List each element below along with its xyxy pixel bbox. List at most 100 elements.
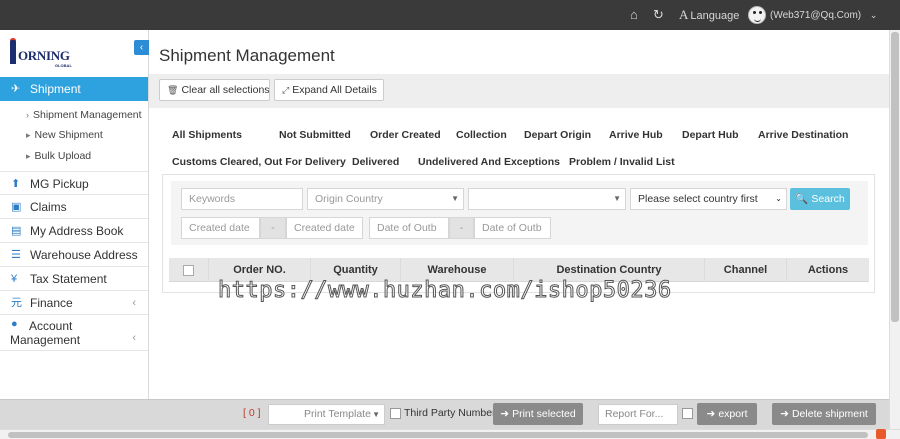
logo-mark (10, 40, 16, 64)
browser-extension-icon[interactable] (876, 429, 886, 439)
trash-icon: 🗑 (167, 85, 179, 95)
tab-depart-hub[interactable]: Depart Hub (682, 129, 739, 141)
selected-count: [ 0 ] (243, 407, 261, 419)
third-party-checkbox[interactable] (390, 408, 401, 419)
watermark: https://www.huzhan.com/ishop50236 (218, 278, 672, 304)
print-selected-button[interactable]: ➜ Print selected (493, 403, 583, 425)
origin-city-select[interactable]: ▼ (468, 188, 626, 210)
sidebar-item-claims[interactable]: ▣ Claims (0, 195, 148, 219)
top-bar: ⌂ ↻ A Language (Web371@Qq.Com) ⌄ (0, 0, 900, 30)
date-range-separator: - (449, 217, 474, 239)
horizontal-scrollbar[interactable] (0, 429, 900, 439)
sidebar-item-tax-statement[interactable]: ¥ Tax Statement (0, 267, 148, 291)
sidebar-item-shipment[interactable]: ✈ Shipment (0, 77, 148, 101)
action-bar: 🗑 Clear all selections ⤢ Expand All Detail… (149, 74, 889, 108)
clear-selections-button[interactable]: 🗑 Clear all selections (159, 79, 270, 101)
select-all-cell (169, 258, 209, 282)
user-email: (Web371@Qq.Com) (770, 10, 862, 21)
caret-down-icon: ⌄ (775, 194, 782, 203)
address-card-icon: ▤ (11, 225, 22, 237)
tab-customs-cleared[interactable]: Customs Cleared, Out For Delivery (172, 156, 346, 168)
origin-country-select[interactable]: Origin Country ▼ (307, 188, 464, 210)
tab-undelivered-exceptions[interactable]: Undelivered And Exceptions (418, 156, 560, 168)
search-button[interactable]: 🔍 Search (790, 188, 850, 210)
sidebar-item-finance[interactable]: 元 Finance ‹ (0, 291, 148, 315)
logo: ORNING GLOBAL (8, 38, 78, 68)
scrollbar-thumb[interactable] (891, 32, 899, 322)
vertical-scrollbar[interactable] (889, 30, 900, 429)
sidebar: ORNING GLOBAL ‹ ✈ Shipment › Shipment Man… (0, 30, 149, 399)
refresh-icon[interactable]: ↻ (653, 0, 664, 30)
col-channel[interactable]: Channel (705, 258, 787, 282)
main-content: Shipment Management 🗑 Clear all selection… (149, 30, 889, 399)
tab-arrive-destination[interactable]: Arrive Destination (758, 129, 848, 141)
tab-arrive-hub[interactable]: Arrive Hub (609, 129, 663, 141)
tab-depart-origin[interactable]: Depart Origin (524, 129, 591, 141)
tab-order-created[interactable]: Order Created (370, 129, 441, 141)
tab-not-submitted[interactable]: Not Submitted (279, 129, 351, 141)
yuan-icon: 元 (11, 297, 22, 309)
chevron-left-icon: ‹ (139, 42, 144, 53)
sidebar-collapse-button[interactable]: ‹ (134, 40, 149, 55)
plane-icon: ✈ (11, 83, 21, 95)
user-menu[interactable]: (Web371@Qq.Com) ⌄ (770, 0, 877, 30)
sign-in-icon: ➜ (706, 408, 716, 420)
caret-right-icon: ▸ (26, 151, 31, 161)
caret-down-icon: ▼ (372, 410, 380, 419)
chevron-left-icon: ‹ (132, 332, 136, 344)
select-all-checkbox[interactable] (183, 264, 194, 276)
chevron-down-icon: ⌄ (869, 10, 878, 20)
report-format-select[interactable]: Report For... (598, 404, 678, 425)
sign-in-icon: ➜ (780, 408, 789, 420)
created-date-end-input[interactable]: Created date (286, 217, 363, 239)
outbound-date-start-input[interactable]: Date of Outb (369, 217, 449, 239)
language-label: Language (690, 10, 740, 22)
expand-details-button[interactable]: ⤢ Expand All Details (274, 79, 384, 101)
sidebar-item-warehouse-address[interactable]: ☰ Warehouse Address (0, 243, 148, 267)
third-party-label: Third Party Number (404, 407, 496, 419)
date-range-separator: - (260, 217, 286, 239)
sign-in-icon: ➜ (500, 408, 510, 420)
avatar[interactable] (748, 6, 766, 24)
scrollbar-thumb[interactable] (8, 432, 868, 438)
money-icon: ▣ (11, 201, 22, 213)
tab-delivered[interactable]: Delivered (352, 156, 399, 168)
keywords-input[interactable]: Keywords (181, 188, 303, 210)
font-icon: A (679, 7, 689, 22)
caret-down-icon: ▼ (451, 194, 459, 203)
chevron-left-icon: ‹ (132, 297, 136, 309)
expand-icon: ⤢ (282, 85, 290, 95)
upload-icon: ⬆ (11, 178, 21, 190)
sidebar-item-address-book[interactable]: ▤ My Address Book (0, 219, 148, 243)
home-icon[interactable]: ⌂ (630, 0, 638, 30)
list-icon: ☰ (11, 249, 21, 261)
print-template-select[interactable]: Print Template ▼ (268, 404, 385, 425)
delete-shipment-button[interactable]: ➜ Delete shipment (772, 403, 876, 425)
created-date-start-input[interactable]: Created date (181, 217, 260, 239)
outbound-date-end-input[interactable]: Date of Outb (474, 217, 551, 239)
logo-text: ORNING (18, 48, 70, 63)
caret-down-icon: ▼ (613, 194, 621, 203)
tab-collection[interactable]: Collection (456, 129, 507, 141)
report-checkbox[interactable] (682, 408, 693, 419)
shipment-panel: Keywords Origin Country ▼ ▼ Please selec… (162, 174, 875, 293)
filter-box: Keywords Origin Country ▼ ▼ Please selec… (171, 181, 868, 245)
bottom-toolbar: [ 0 ] Print Template ▼ Third Party Numbe… (0, 399, 889, 429)
search-icon: 🔍 (795, 193, 809, 205)
tab-problem-invalid[interactable]: Problem / Invalid List (569, 156, 675, 168)
sidebar-item-mg-pickup[interactable]: ⬆ MG Pickup (0, 171, 148, 195)
logo-sub: GLOBAL (55, 63, 72, 68)
destination-country-select[interactable]: Please select country first ⌄ (630, 188, 787, 210)
sidebar-item-account-management[interactable]: ● Account Management ‹ (0, 315, 148, 351)
export-button[interactable]: ➜ export (697, 403, 757, 425)
tab-all-shipments[interactable]: All Shipments (172, 129, 242, 141)
sidebar-subitem-new-shipment[interactable]: ▸ New Shipment (26, 129, 103, 141)
col-actions: Actions (807, 264, 849, 276)
language-button[interactable]: A Language (679, 0, 739, 30)
yen-icon: ¥ (11, 273, 18, 285)
caret-right-icon: ▸ (26, 130, 31, 140)
sidebar-subitem-bulk-upload[interactable]: ▸ Bulk Upload (26, 150, 91, 162)
chevron-right-icon: › (26, 110, 29, 120)
page-title: Shipment Management (159, 46, 335, 65)
sidebar-subitem-shipment-management[interactable]: › Shipment Management (26, 109, 142, 121)
